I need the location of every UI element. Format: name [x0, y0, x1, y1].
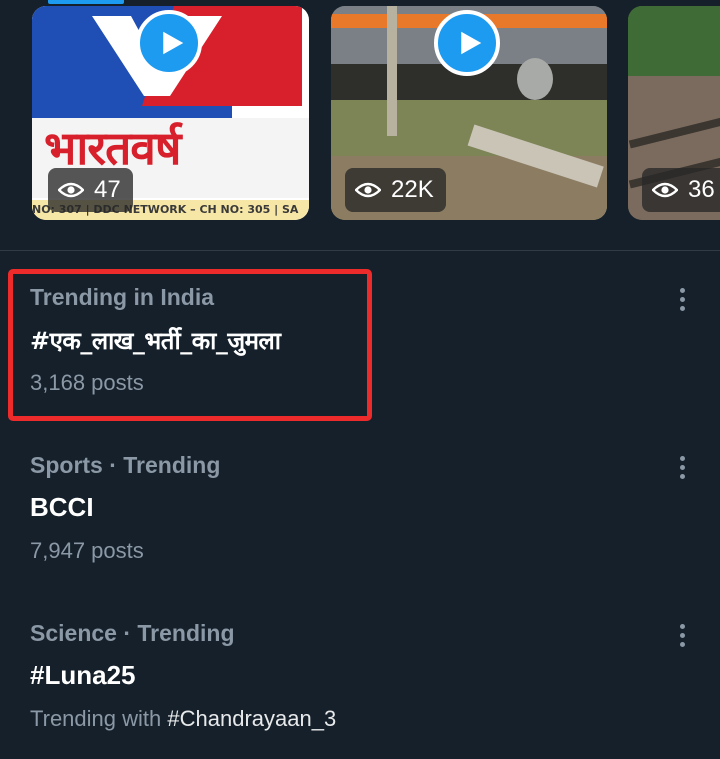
trend-item[interactable]: Science · Trending #Luna25 Trending with…: [0, 604, 720, 759]
view-count: 22K: [391, 176, 434, 203]
trend-title: #Luna25: [30, 660, 136, 690]
video-card[interactable]: 36: [628, 6, 720, 220]
view-count: 36: [688, 176, 715, 203]
video-card[interactable]: 22K: [331, 6, 607, 220]
trend-item[interactable]: Sports · Trending BCCI 7,947 posts: [0, 436, 720, 604]
section-divider: [0, 250, 720, 251]
trend-context: Science · Trending: [30, 620, 235, 646]
view-count: 47: [94, 176, 121, 203]
trending-with: Trending with #Chandrayaan_3: [30, 706, 336, 732]
play-icon[interactable]: [136, 10, 202, 76]
trend-post-count: 3,168 posts: [30, 370, 144, 395]
video-carousel[interactable]: भारतवर्ष NO: 307 | DDC NETWORK – CH NO: …: [0, 0, 720, 250]
eye-icon: [652, 182, 678, 198]
eye-icon: [58, 182, 84, 198]
trend-title: BCCI: [30, 492, 94, 522]
trend-context: Sports · Trending: [30, 452, 221, 478]
eye-icon: [355, 182, 381, 198]
more-options-icon[interactable]: [670, 452, 694, 482]
play-icon[interactable]: [434, 10, 500, 76]
view-count-badge: 22K: [345, 168, 446, 212]
more-options-icon[interactable]: [670, 620, 694, 650]
view-count-badge: 47: [48, 168, 133, 212]
trend-post-count: 7,947 posts: [30, 538, 144, 563]
view-count-badge: 36: [642, 168, 720, 212]
trending-with-label: Trending with: [30, 706, 168, 731]
explore-page: भारतवर्ष NO: 307 | DDC NETWORK – CH NO: …: [0, 0, 720, 759]
video-card[interactable]: भारतवर्ष NO: 307 | DDC NETWORK – CH NO: …: [32, 6, 309, 220]
more-options-icon[interactable]: [670, 284, 694, 314]
trend-title: #एक_लाख_भर्ती_का_जुमला: [30, 327, 281, 355]
trend-item[interactable]: Trending in India #एक_लाख_भर्ती_का_जुमला…: [0, 268, 720, 436]
trending-with-hashtag[interactable]: #Chandrayaan_3: [167, 706, 336, 731]
trend-context: Trending in India: [30, 284, 214, 310]
